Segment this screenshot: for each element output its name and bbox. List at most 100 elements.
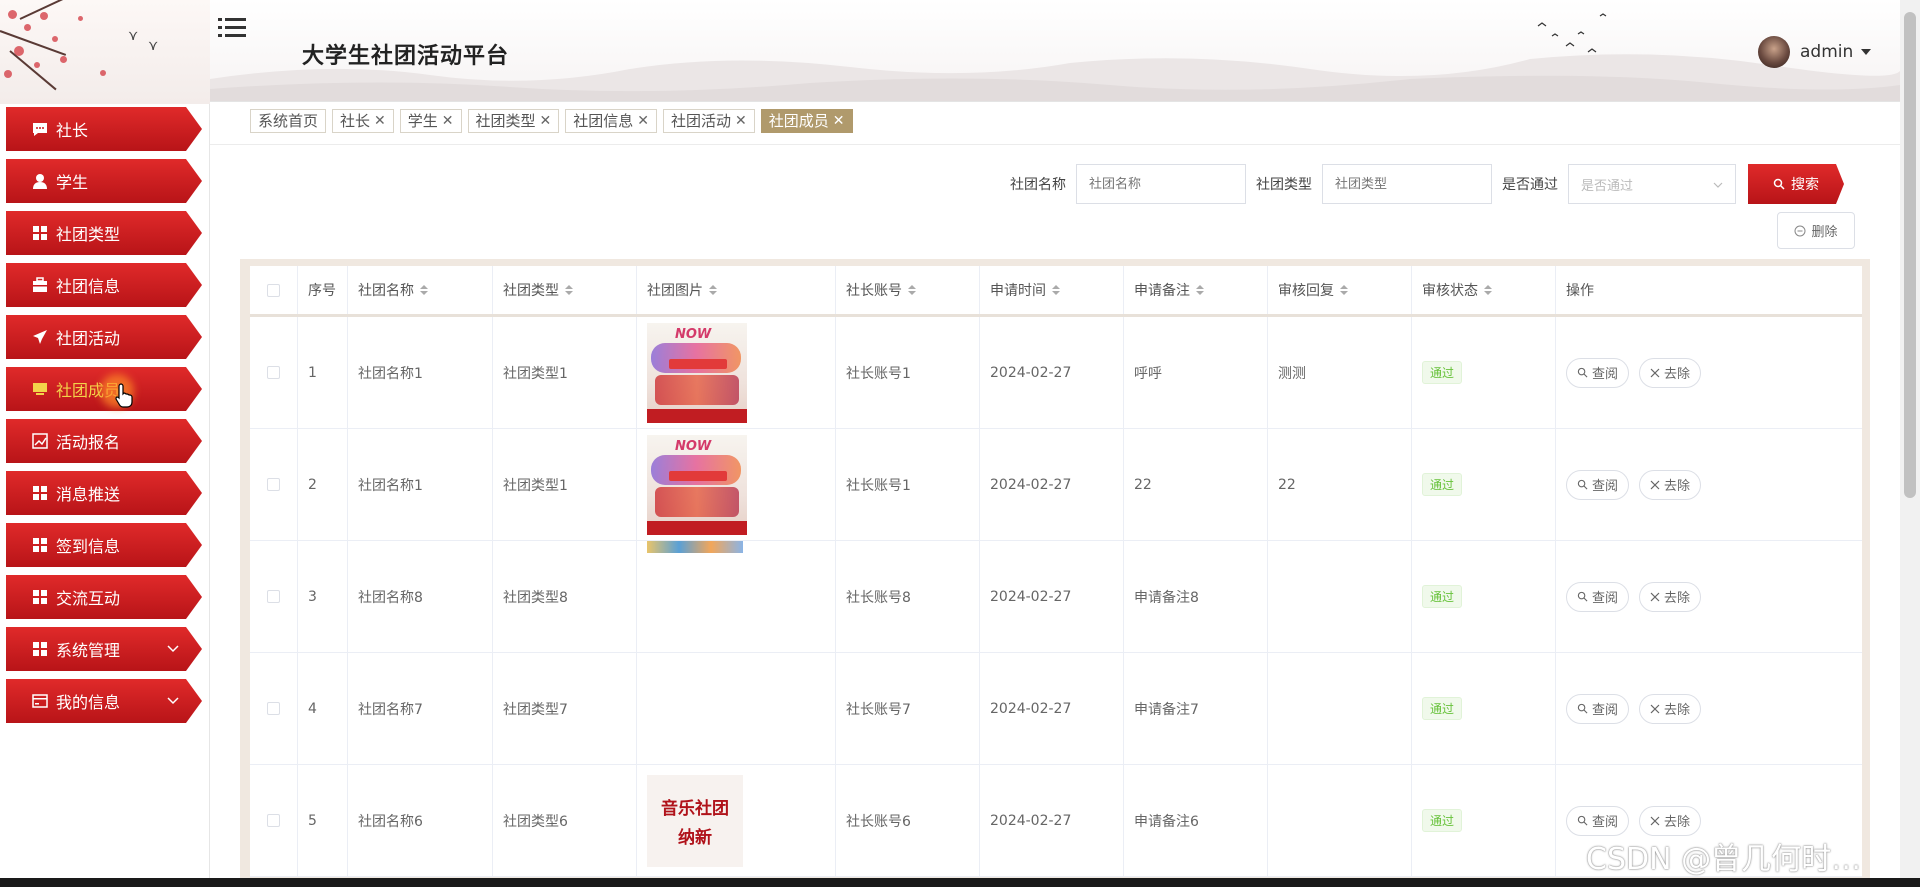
table-header: 序号 社团名称 社团类型 社团图片 社长账号 申请时间 申请备注 审核回复 审核… — [250, 266, 1862, 317]
row-checkbox-cell — [250, 765, 298, 876]
poster-graphic — [647, 520, 747, 535]
sort-icon[interactable] — [908, 285, 916, 295]
header-review-reply[interactable]: 审核回复 — [1268, 266, 1412, 314]
scrollbar-thumb[interactable] — [1904, 12, 1916, 498]
club-name-input[interactable] — [1076, 164, 1246, 204]
poster-graphic — [669, 470, 727, 481]
header-review-status[interactable]: 审核状态 — [1412, 266, 1556, 314]
avatar[interactable] — [1758, 36, 1790, 68]
passed-select-placeholder: 是否通过 — [1581, 178, 1634, 194]
header-club-image[interactable]: 社团图片 — [637, 266, 836, 314]
tag-club-member[interactable]: 社团成员 ✕ — [760, 109, 853, 133]
top-header: 大学生社团活动平台 admin — [210, 0, 1900, 102]
row-club-type: 社团类型8 — [493, 541, 637, 652]
sort-icon[interactable] — [1484, 285, 1492, 295]
view-button[interactable]: 查阅 — [1566, 805, 1630, 836]
tag-club-info[interactable]: 社团信息 ✕ — [565, 109, 658, 133]
row-actions: 查阅 去除 — [1556, 429, 1862, 540]
column-header: 审核状态 — [1422, 283, 1478, 299]
close-icon — [1650, 480, 1660, 489]
tag-president[interactable]: 社长 ✕ — [332, 109, 394, 133]
sidebar-item-interaction[interactable]: 交流互动 — [6, 575, 202, 619]
header-club-name[interactable]: 社团名称 — [348, 266, 493, 314]
username[interactable]: admin — [1800, 42, 1853, 62]
row-checkbox[interactable] — [267, 702, 280, 715]
header-president-account[interactable]: 社长账号 — [836, 266, 980, 314]
close-icon — [1650, 592, 1660, 601]
view-button[interactable]: 查阅 — [1566, 693, 1630, 724]
sidebar-item-club-info[interactable]: 社团信息 — [6, 263, 202, 307]
sidebar-item-label: 我的信息 — [56, 693, 121, 712]
sidebar-item-checkin-info[interactable]: 签到信息 — [6, 523, 202, 567]
user-menu[interactable]: admin — [1758, 36, 1872, 68]
caret-down-icon[interactable] — [1861, 49, 1872, 55]
sidebar-item-activity-signup[interactable]: 活动报名 — [6, 419, 202, 463]
remove-button-label: 去除 — [1664, 591, 1691, 606]
music-club-image[interactable]: 音乐社团 纳新 — [647, 774, 743, 867]
tag-home[interactable]: 系统首页 — [250, 109, 327, 133]
sort-icon[interactable] — [420, 285, 428, 295]
row-apply-note: 22 — [1124, 429, 1268, 540]
remove-button[interactable]: 去除 — [1639, 805, 1702, 836]
tag-club-activity[interactable]: 社团活动 ✕ — [663, 109, 755, 133]
sort-icon[interactable] — [1052, 285, 1060, 295]
close-icon[interactable]: ✕ — [637, 110, 649, 132]
sidebar-item-president[interactable]: 社长 — [6, 107, 202, 151]
close-icon[interactable]: ✕ — [374, 110, 386, 132]
menu-toggle-icon[interactable] — [218, 16, 248, 40]
sort-icon[interactable] — [1340, 285, 1348, 295]
view-button[interactable]: 查阅 — [1566, 469, 1630, 500]
club-type-input[interactable] — [1322, 164, 1492, 204]
search-button[interactable]: 搜索 — [1748, 164, 1844, 204]
close-icon — [1650, 816, 1660, 825]
plum-blossom-decoration: ⋎ ⋎ — [0, 0, 210, 104]
sidebar-item-student[interactable]: 学生 — [6, 159, 202, 203]
remove-button-label: 去除 — [1664, 815, 1691, 830]
header-club-type[interactable]: 社团类型 — [493, 266, 637, 314]
tag-club-type[interactable]: 社团类型 ✕ — [467, 109, 560, 133]
remove-button[interactable]: 去除 — [1639, 357, 1702, 388]
close-icon[interactable]: ✕ — [833, 110, 845, 132]
row-checkbox[interactable] — [267, 814, 280, 827]
vertical-scrollbar[interactable] — [1900, 0, 1920, 887]
search-icon — [1577, 703, 1588, 714]
club-poster-image[interactable]: NOW — [647, 434, 747, 535]
club-poster-image[interactable]: NOW — [647, 322, 747, 423]
grid-icon — [33, 486, 47, 500]
row-president-account: 社长账号1 — [836, 429, 980, 540]
header-apply-time[interactable]: 申请时间 — [980, 266, 1124, 314]
row-checkbox[interactable] — [267, 366, 280, 379]
sort-icon[interactable] — [565, 285, 573, 295]
sort-icon[interactable] — [709, 285, 717, 295]
poster-graphic — [669, 358, 727, 369]
view-button[interactable]: 查阅 — [1566, 581, 1630, 612]
remove-button[interactable]: 去除 — [1639, 693, 1702, 724]
sidebar-item-message-push[interactable]: 消息推送 — [6, 471, 202, 515]
header-apply-note[interactable]: 申请备注 — [1124, 266, 1268, 314]
remove-button-label: 去除 — [1664, 367, 1691, 382]
remove-button[interactable]: 去除 — [1639, 581, 1702, 612]
delete-button[interactable]: 删除 — [1777, 212, 1855, 249]
tag-label: 社团类型 — [475, 112, 536, 130]
row-apply-time: 2024-02-27 — [980, 653, 1124, 764]
sidebar-item-club-type[interactable]: 社团类型 — [6, 211, 202, 255]
user-icon — [33, 174, 47, 189]
search-icon — [1773, 178, 1785, 190]
chevron-down-icon — [1713, 182, 1723, 188]
sort-icon[interactable] — [1196, 285, 1204, 295]
club-image-strip[interactable] — [647, 541, 743, 553]
close-icon[interactable]: ✕ — [735, 110, 747, 132]
sidebar-item-my-info[interactable]: 我的信息 — [6, 679, 202, 723]
tag-student[interactable]: 学生 ✕ — [399, 109, 462, 133]
close-icon[interactable]: ✕ — [442, 110, 454, 132]
remove-button[interactable]: 去除 — [1639, 469, 1702, 500]
close-icon[interactable]: ✕ — [540, 110, 552, 132]
status-badge: 通过 — [1422, 585, 1463, 608]
row-checkbox[interactable] — [267, 590, 280, 603]
select-all-checkbox[interactable] — [267, 283, 280, 297]
sidebar-item-club-activity[interactable]: 社团活动 — [6, 315, 202, 359]
view-button[interactable]: 查阅 — [1566, 357, 1630, 388]
passed-select[interactable]: 是否通过 — [1568, 164, 1736, 204]
sidebar-item-system-management[interactable]: 系统管理 — [6, 627, 202, 671]
row-checkbox[interactable] — [267, 478, 280, 491]
